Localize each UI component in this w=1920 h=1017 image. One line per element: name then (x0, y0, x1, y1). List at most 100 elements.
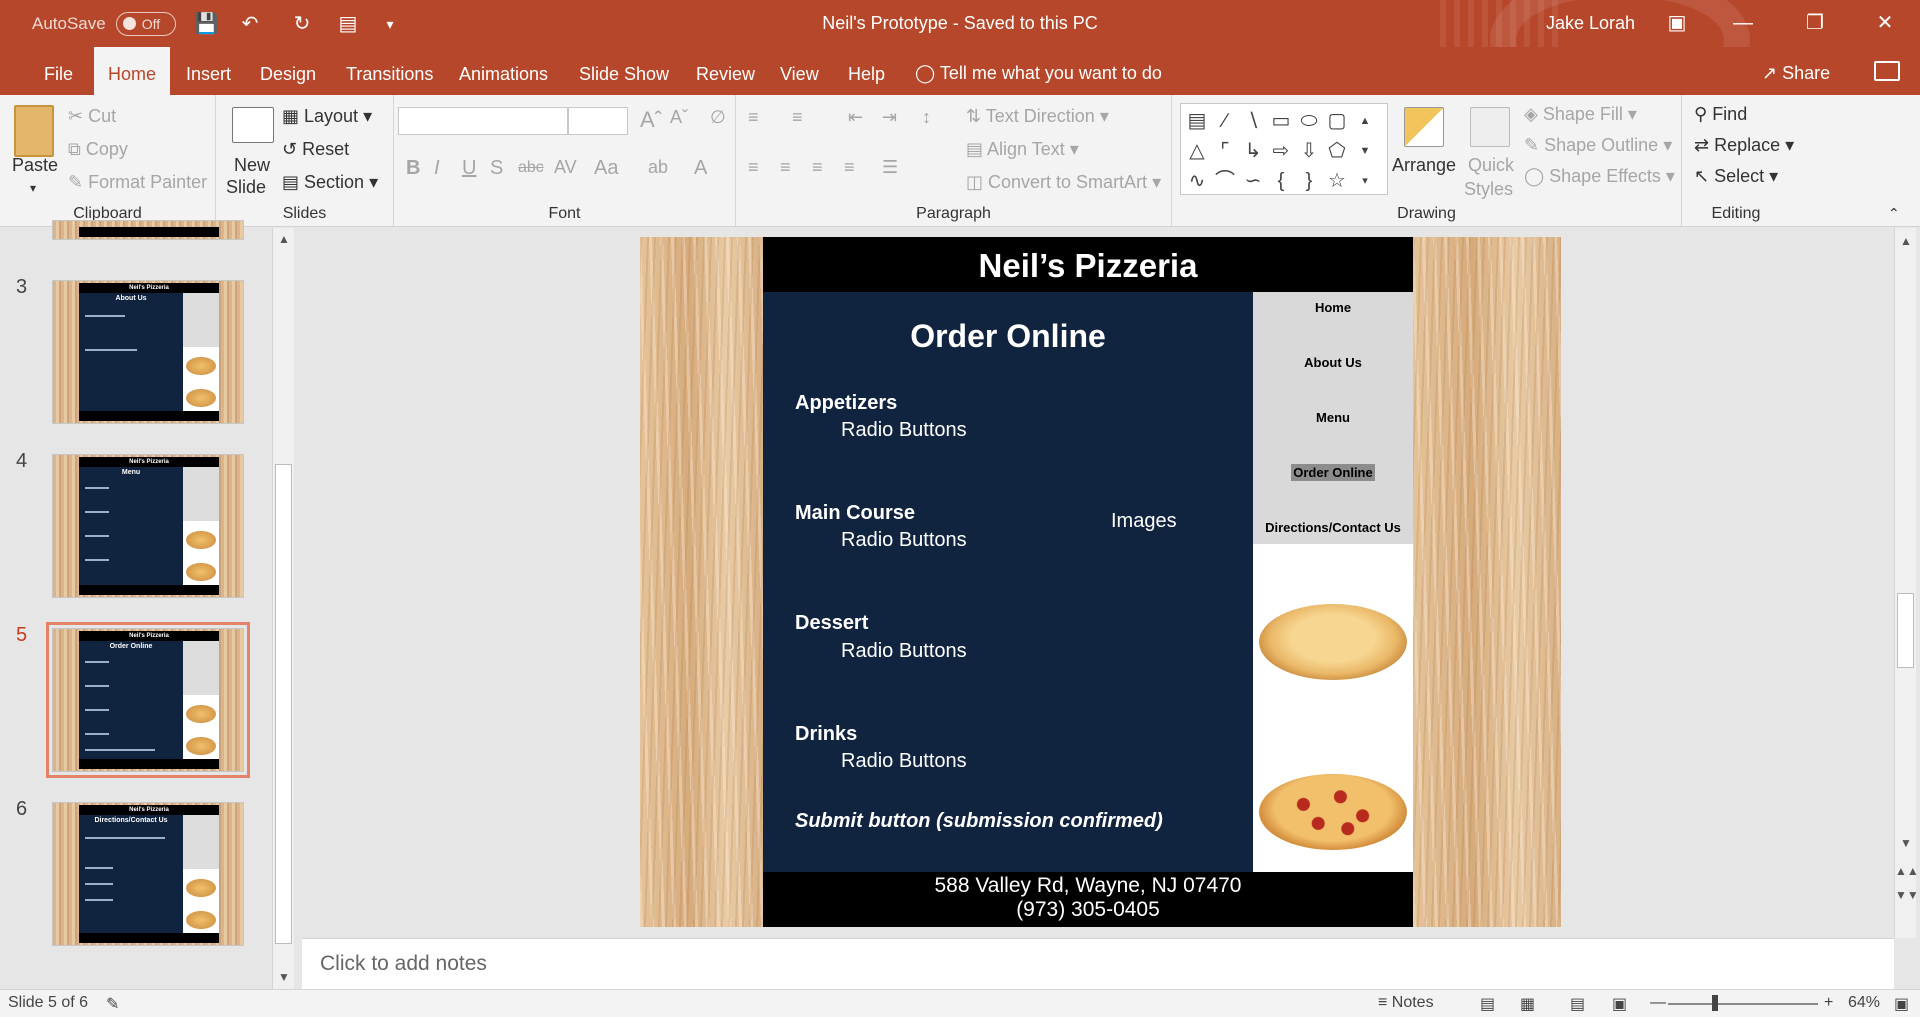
numbering-icon[interactable]: ≡ (792, 107, 803, 128)
right-arrow-shape-icon[interactable]: ⇨ (1268, 137, 1294, 165)
font-name-field[interactable] (398, 107, 568, 135)
textbox-shape-icon[interactable]: ▤ (1184, 107, 1210, 135)
text-direction-button[interactable]: ⇅ Text Direction ▾ (966, 106, 1109, 127)
section-item-drinks[interactable]: Radio Buttons (841, 750, 967, 773)
gallery-scroll-up-icon[interactable]: ▲ (1352, 107, 1378, 135)
convert-smartart-button[interactable]: ◫ Convert to SmartArt ▾ (966, 172, 1161, 193)
tab-animations[interactable]: Animations (445, 47, 562, 95)
slide-sorter-icon[interactable]: ▦ (1520, 994, 1535, 1014)
current-slide[interactable]: Neil’s Pizzeria Order Online Appetizers … (640, 237, 1561, 927)
increase-indent-icon[interactable]: ⇥ (882, 107, 897, 128)
align-center-icon[interactable]: ≡ (780, 157, 791, 178)
zoom-slider[interactable] (1668, 1003, 1818, 1005)
shape-effects-button[interactable]: ◯ Shape Effects ▾ (1524, 166, 1675, 187)
notes-toggle[interactable]: ≡ Notes (1378, 994, 1434, 1012)
normal-view-icon[interactable]: ▤ (1480, 994, 1495, 1014)
gallery-scroll-down-icon[interactable]: ▼ (1352, 137, 1378, 165)
triangle-shape-icon[interactable]: △ (1184, 137, 1210, 165)
underline-icon[interactable]: U (462, 157, 476, 180)
find-button[interactable]: ⚲ Find (1694, 104, 1747, 125)
star-shape-icon[interactable]: ☆ (1324, 167, 1350, 195)
rectangle-shape-icon[interactable]: ▭ (1268, 107, 1294, 135)
notes-pane[interactable]: Click to add notes (302, 938, 1894, 989)
ribbon-display-options-icon[interactable]: ▣ (1662, 10, 1692, 36)
arrange-icon[interactable] (1404, 107, 1444, 147)
quick-styles-label-2[interactable]: Styles (1464, 179, 1513, 200)
slide-main-panel[interactable]: Order Online Appetizers Radio Buttons Ma… (763, 292, 1253, 872)
nav-home[interactable]: Home (1253, 300, 1413, 315)
gallery-more-icon[interactable]: ▾ (1352, 167, 1378, 195)
user-name[interactable]: Jake Lorah (1546, 13, 1635, 34)
curve-shape-icon[interactable]: ∽ (1240, 167, 1266, 195)
section-item-appetizers[interactable]: Radio Buttons (841, 419, 967, 442)
nav-menu[interactable]: Menu (1253, 410, 1413, 425)
reading-view-icon[interactable]: ▤ (1570, 994, 1585, 1014)
right-brace-shape-icon[interactable]: } (1296, 167, 1322, 195)
shadow-icon[interactable]: S (490, 157, 503, 180)
zoom-out-icon[interactable]: — (1650, 994, 1666, 1012)
freeform-shape-icon[interactable]: ∿ (1184, 167, 1210, 195)
justify-icon[interactable]: ≡ (844, 157, 855, 178)
line-shape-icon-2[interactable]: ∖ (1240, 107, 1266, 135)
tab-slide-show[interactable]: Slide Show (565, 47, 683, 95)
thumbnail-slide-3[interactable]: Neil's Pizzeria About Us (52, 280, 244, 424)
slide-scrollbar[interactable]: ▲ ▼ ▲▲ ▼▼ (1894, 228, 1919, 938)
scroll-down-icon[interactable]: ▼ (273, 970, 295, 984)
zoom-slider-handle[interactable] (1712, 995, 1718, 1011)
bullets-icon[interactable]: ≡ (748, 107, 759, 128)
shape-outline-button[interactable]: ✎ Shape Outline ▾ (1524, 135, 1672, 156)
comments-icon[interactable] (1874, 61, 1900, 81)
copy-button[interactable]: ⧉ Copy (68, 139, 128, 160)
section-item-dessert[interactable]: Radio Buttons (841, 640, 967, 663)
select-button[interactable]: ↖ Select ▾ (1694, 166, 1778, 187)
strikethrough-icon[interactable]: abc (518, 159, 544, 177)
cheese-pizza-image[interactable] (1259, 604, 1407, 680)
format-painter-button[interactable]: ✎ Format Painter (68, 172, 207, 193)
next-slide-icon[interactable]: ▼▼ (1895, 888, 1919, 902)
restore-button[interactable]: ❐ (1800, 10, 1830, 36)
new-slide-label-2[interactable]: Slide (226, 177, 266, 198)
minimize-button[interactable]: — (1728, 10, 1758, 36)
nav-directions-contact[interactable]: Directions/Contact Us (1253, 520, 1413, 535)
scroll-up-icon[interactable]: ▲ (1895, 234, 1917, 248)
thumbnail-slide-6[interactable]: Neil's Pizzeria Directions/Contact Us (52, 802, 244, 946)
align-text-button[interactable]: ▤ Align Text ▾ (966, 139, 1079, 160)
change-case-icon[interactable]: Aa (594, 157, 618, 180)
arc-shape-icon[interactable]: ⌒ (1212, 167, 1238, 195)
slide-header[interactable]: Neil’s Pizzeria (763, 237, 1413, 292)
images-placeholder[interactable]: Images (1111, 510, 1177, 533)
zoom-level[interactable]: 64% (1848, 994, 1880, 1012)
grow-font-icon[interactable]: Aˆ (640, 107, 662, 133)
decrease-indent-icon[interactable]: ⇤ (848, 107, 863, 128)
shape-fill-button[interactable]: ◈ Shape Fill ▾ (1524, 104, 1637, 125)
slide-footer[interactable]: 588 Valley Rd, Wayne, NJ 07470 (973) 305… (763, 872, 1413, 927)
align-right-icon[interactable]: ≡ (812, 157, 823, 178)
scroll-down-icon[interactable]: ▼ (1895, 836, 1917, 850)
down-arrow-shape-icon[interactable]: ⇩ (1296, 137, 1322, 165)
quick-styles-label-1[interactable]: Quick (1468, 155, 1514, 176)
previous-slide-icon[interactable]: ▲▲ (1895, 864, 1919, 878)
notes-placeholder[interactable]: Click to add notes (320, 952, 487, 976)
fit-to-window-icon[interactable]: ▣ (1894, 994, 1909, 1014)
layout-button[interactable]: ▦ Layout ▾ (282, 106, 372, 127)
left-brace-shape-icon[interactable]: { (1268, 167, 1294, 195)
section-button[interactable]: ▤ Section ▾ (282, 172, 378, 193)
clear-formatting-icon[interactable]: ∅ (710, 107, 726, 128)
columns-icon[interactable]: ☰ (882, 157, 898, 178)
character-spacing-icon[interactable]: AV (554, 157, 577, 178)
shapes-gallery[interactable]: ▤ ∕ ∖ ▭ ⬭ ▢ ▲ △ ⌜ ↳ ⇨ ⇩ ⬠ ▼ ∿ ⌒ ∽ { } ☆ … (1180, 103, 1388, 195)
slideshow-view-icon[interactable]: ▣ (1612, 994, 1627, 1014)
close-button[interactable]: ✕ (1870, 10, 1900, 36)
align-left-icon[interactable]: ≡ (748, 157, 759, 178)
tab-insert[interactable]: Insert (172, 47, 245, 95)
thumbnail-scroll-thumb[interactable] (275, 464, 292, 944)
slide-scroll-thumb[interactable] (1897, 593, 1914, 668)
new-slide-label-1[interactable]: New (234, 155, 270, 176)
italic-icon[interactable]: I (434, 157, 440, 180)
font-size-field[interactable] (568, 107, 628, 135)
line-spacing-icon[interactable]: ↕ (922, 107, 931, 128)
tab-view[interactable]: View (766, 47, 833, 95)
tab-home[interactable]: Home (94, 47, 171, 95)
collapse-ribbon-icon[interactable]: ⌃ (1888, 205, 1900, 222)
nav-about-us[interactable]: About Us (1253, 355, 1413, 370)
